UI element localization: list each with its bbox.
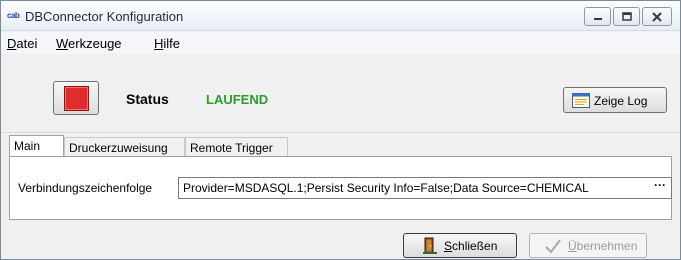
menu-bar: Datei Werkzeuge Hilfe — [1, 32, 680, 54]
button-bar: Schließen Übernehmen — [1, 223, 680, 259]
status-label: Status — [126, 91, 169, 107]
status-panel: Status LAUFEND Zeige Log — [1, 55, 680, 133]
main-tab-panel: Verbindungszeichenfolge Provider=MSDASQL… — [9, 156, 672, 220]
apply-label-rest: bernehmen — [576, 239, 638, 253]
close-window-button[interactable] — [642, 7, 672, 26]
show-log-label: Zeige Log — [594, 94, 648, 108]
main-window: cab DBConnector Konfiguration Datei Werk… — [0, 0, 681, 260]
menu-datei-mnemonic: D — [7, 36, 17, 51]
log-window-icon — [572, 93, 590, 108]
menu-werkzeuge-mnemonic: W — [56, 36, 69, 51]
door-exit-icon — [423, 237, 437, 254]
tab-druckerzuweisung[interactable]: Druckerzuweisung — [64, 137, 185, 157]
connection-string-label: Verbindungszeichenfolge — [18, 181, 153, 195]
show-log-button[interactable]: Zeige Log — [563, 87, 667, 113]
minimize-icon — [594, 18, 602, 20]
menu-hilfe-rest: ilfe — [163, 36, 181, 51]
menu-datei[interactable]: Datei — [7, 36, 37, 51]
tab-remote-trigger[interactable]: Remote Trigger — [185, 137, 288, 157]
menu-hilfe[interactable]: Hilfe — [154, 36, 180, 51]
apply-label: Übernehmen — [568, 239, 637, 253]
close-icon — [652, 12, 662, 22]
tab-bar: Main Druckerzuweisung Remote Trigger — [1, 135, 680, 157]
close-label: Schließen — [444, 239, 497, 253]
title-bar[interactable]: cab DBConnector Konfiguration — [1, 1, 680, 31]
checkmark-icon — [545, 239, 561, 254]
close-button[interactable]: Schließen — [403, 233, 517, 258]
menu-hilfe-mnemonic: H — [154, 36, 164, 51]
apply-mnemonic: Ü — [568, 239, 577, 253]
menu-datei-rest: atei — [16, 36, 38, 51]
maximize-icon — [622, 12, 632, 21]
close-label-rest: chließen — [452, 239, 498, 253]
close-mnemonic: S — [444, 239, 453, 253]
window-title: DBConnector Konfiguration — [25, 9, 184, 24]
connection-string-field[interactable]: Provider=MSDASQL.1;Persist Security Info… — [178, 177, 672, 199]
apply-button[interactable]: Übernehmen — [529, 233, 647, 258]
stop-service-button[interactable] — [53, 81, 99, 115]
minimize-button[interactable] — [584, 7, 611, 26]
stop-icon — [64, 86, 89, 111]
maximize-button[interactable] — [613, 7, 640, 26]
app-icon: cab — [7, 11, 20, 20]
browse-connection-button[interactable]: ··· — [651, 179, 669, 196]
status-value: LAUFEND — [206, 92, 269, 107]
connection-string-value: Provider=MSDASQL.1;Persist Security Info… — [183, 181, 589, 195]
tab-main[interactable]: Main — [9, 135, 64, 157]
menu-werkzeuge[interactable]: Werkzeuge — [56, 36, 122, 51]
menu-werkzeuge-rest: erkzeuge — [68, 36, 122, 51]
